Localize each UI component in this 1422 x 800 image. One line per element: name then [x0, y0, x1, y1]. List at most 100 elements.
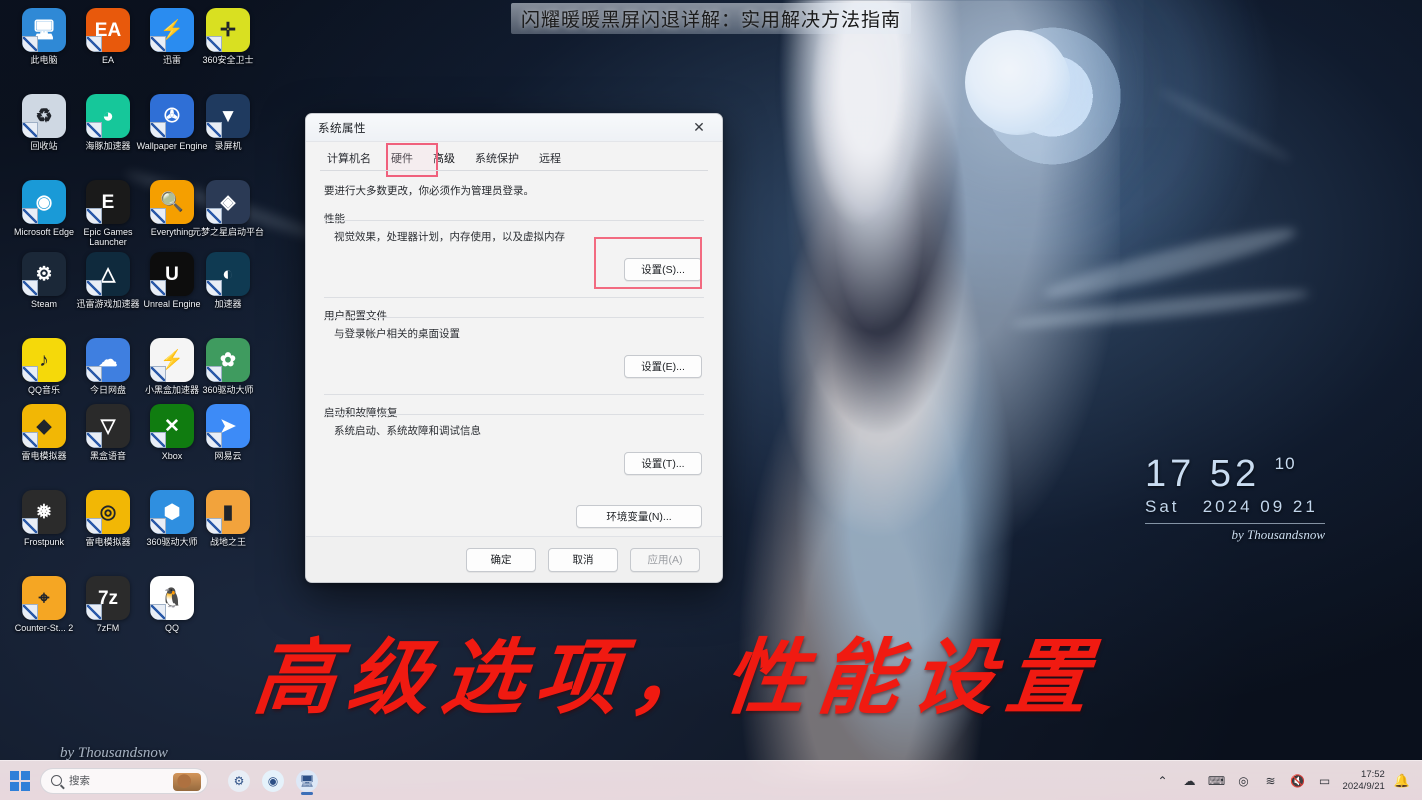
wallpaper-clock-seconds: 10: [1274, 454, 1296, 473]
settings-button-1[interactable]: 设置(E)...: [624, 354, 702, 378]
desktop-icon[interactable]: ▼ 录屏机: [196, 94, 260, 151]
wallpaper-clock-datestring: 2024 09 21: [1202, 497, 1318, 516]
desktop-icon-label: 雷电模拟器: [85, 537, 131, 547]
dialog-titlebar: 系统属性 ✕: [306, 114, 722, 142]
desktop-icon[interactable]: ◈ 元梦之星启动平台: [192, 180, 264, 237]
desktop-icon[interactable]: ◕ 海豚加速器: [76, 94, 140, 151]
tab-0[interactable]: 计算机名: [324, 148, 374, 171]
dolphin-accelerator-icon: ◕: [86, 94, 130, 138]
taskbar-app-buttons: ⚙ ◉ 🖥: [224, 766, 322, 796]
screen-recorder-icon: ▼: [206, 94, 250, 138]
page-title-bar: 闪耀暖暖黑屏闪退详解：实用解决方法指南: [0, 0, 1422, 36]
close-icon[interactable]: ✕: [680, 115, 718, 141]
desktop-icon-label: 回收站: [30, 141, 58, 151]
desktop-icon-label: 海豚加速器: [85, 141, 131, 151]
network-accelerator-icon: ◐: [206, 252, 250, 296]
notification-bell-icon[interactable]: 🔔: [1394, 773, 1410, 789]
ok-button[interactable]: 确定: [466, 547, 536, 572]
xbox-icon: ✕: [150, 404, 194, 448]
desktop-icon-grid: 🖥 此电脑 EA EA ⚡ 迅雷 ✛ 360安全卫士 ♻ 回收站 ◕ 海豚加速器 ✇ Wallpaper …: [0, 0, 264, 760]
group-separator: [324, 296, 704, 298]
show-hidden-icons-chevron[interactable]: ⌃: [1154, 772, 1172, 790]
settings-button-2[interactable]: 设置(T)...: [624, 451, 702, 475]
group-title: 用户配置文件: [324, 307, 395, 323]
taskbar-edge-icon[interactable]: ◉: [258, 766, 288, 796]
desktop-icon-label: Counter-St... 2: [14, 623, 74, 633]
desktop-icon[interactable]: ◐ 加速器: [196, 252, 260, 309]
desktop-icon[interactable]: ◉ Microsoft Edge: [12, 180, 76, 237]
environment-variables-row: 环境变量(N)...: [324, 491, 704, 528]
desktop-icon-label: 雷电模拟器: [21, 451, 67, 461]
desktop-icon[interactable]: ✿ 360驱动大师: [196, 338, 260, 395]
desktop-icon[interactable]: ⌖ Counter-St... 2: [12, 576, 76, 633]
steam-icon: ⚙: [22, 252, 66, 296]
cancel-button[interactable]: 取消: [548, 547, 618, 572]
desktop-icon-label: QQ音乐: [27, 385, 60, 395]
search-icon: [51, 775, 62, 786]
desktop-icon[interactable]: ☁ 今日网盘: [76, 338, 140, 395]
settings-group: 用户配置文件与登录帐户相关的桌面设置设置(E)...: [324, 307, 704, 390]
desktop-icon[interactable]: E Epic Games Launcher: [76, 180, 140, 248]
7zip-file-manager-icon: 7z: [86, 576, 130, 620]
desktop-icon[interactable]: ◎ 雷电模拟器: [76, 490, 140, 547]
tab-1[interactable]: 硬件: [388, 148, 416, 171]
desktop-icon[interactable]: ▮ 战地之王: [196, 490, 260, 547]
wallpaper-clock-divider: [1145, 523, 1325, 524]
desktop-icon[interactable]: ♪ QQ音乐: [12, 338, 76, 395]
desktop-icon[interactable]: ⚙ Steam: [12, 252, 76, 309]
group-description: 与登录帐户相关的桌面设置: [334, 327, 460, 340]
volume-muted-icon[interactable]: 🔇: [1289, 772, 1307, 790]
desktop-icon-label: 今日网盘: [89, 385, 126, 395]
desktop-icon[interactable]: ❅ Frostpunk: [12, 490, 76, 547]
group-separator: [324, 393, 704, 395]
group-button-row: 设置(S)...: [324, 248, 704, 293]
dream-star-launcher-icon: ◈: [206, 180, 250, 224]
cloud-drive-icon: ☁: [86, 338, 130, 382]
settings-button-0[interactable]: 设置(S)...: [624, 257, 702, 281]
ldplayer-emulator-icon: ◆: [22, 404, 66, 448]
group-description: 系统启动、系统故障和调试信息: [334, 424, 481, 437]
tab-2-selected[interactable]: 高级: [430, 148, 458, 171]
desktop-icon[interactable]: 7z 7zFM: [76, 576, 140, 633]
dialog-body: 要进行大多数更改，你必须作为管理员登录。 性能 视觉效果，处理器计划，内存使用，以…: [306, 171, 722, 528]
everything-search-icon: 🔍: [150, 180, 194, 224]
taskbar-steam-icon[interactable]: ⚙: [224, 766, 254, 796]
group-description: 视觉效果，处理器计划，内存使用，以及虚拟内存: [334, 231, 565, 243]
tab-4[interactable]: 远程: [536, 148, 564, 171]
onedrive-icon[interactable]: ☁: [1181, 772, 1199, 790]
taskbar-time: 17:52: [1361, 768, 1385, 780]
desktop-icon-label: 360驱动大师: [202, 385, 254, 395]
environment-variables-button[interactable]: 环境变量(N)...: [576, 504, 702, 528]
desktop-icon-label: 黑盒语音: [89, 451, 126, 461]
antivirus-icon[interactable]: ◎: [1235, 772, 1253, 790]
apply-button[interactable]: 应用(A): [630, 547, 700, 572]
desktop-icon[interactable]: △ 迅雷游戏加速器: [76, 252, 140, 309]
desktop-icon-label: Epic Games Launcher: [83, 227, 133, 248]
desktop-icon[interactable]: 🐧 QQ: [140, 576, 204, 633]
desktop-icon[interactable]: ♻ 回收站: [12, 94, 76, 151]
dialog-footer: 确定 取消 应用(A): [306, 536, 722, 582]
desktop-icon-label: Microsoft Edge: [13, 227, 75, 237]
group-rule: [324, 413, 704, 415]
ldplayer-emulator-icon-2: ◎: [86, 490, 130, 534]
taskbar-system-properties-icon[interactable]: 🖥: [292, 766, 322, 796]
taskbar-app-glyph: ◉: [262, 769, 284, 792]
tab-3[interactable]: 系统保护: [472, 148, 522, 171]
wallpaper-engine-icon: ✇: [150, 94, 194, 138]
desktop-icon[interactable]: ◆ 雷电模拟器: [12, 404, 76, 461]
group-button-row: 设置(E)...: [324, 345, 704, 390]
ime-icon[interactable]: ⌨: [1208, 772, 1226, 790]
taskbar-clock[interactable]: 17:52 2024/9/21: [1343, 769, 1385, 793]
wallpaper-clock-time: 17 52 10: [1145, 455, 1325, 493]
desktop-icon[interactable]: ➤ 网易云: [196, 404, 260, 461]
search-input[interactable]: 搜索: [40, 767, 208, 794]
tray-icon-list: ⌃ ☁ ⌨ ◎ ≋ 🔇 ▭: [1154, 772, 1334, 790]
wifi-icon[interactable]: ≋: [1262, 772, 1280, 790]
qq-music-icon: ♪: [22, 338, 66, 382]
search-decoration-image: [173, 772, 201, 791]
desktop-icon[interactable]: ▽ 黑盒语音: [76, 404, 140, 461]
microsoft-edge-icon: ◉: [22, 180, 66, 224]
start-button[interactable]: [10, 770, 30, 791]
search-placeholder: 搜索: [69, 775, 90, 787]
battery-icon[interactable]: ▭: [1316, 772, 1334, 790]
